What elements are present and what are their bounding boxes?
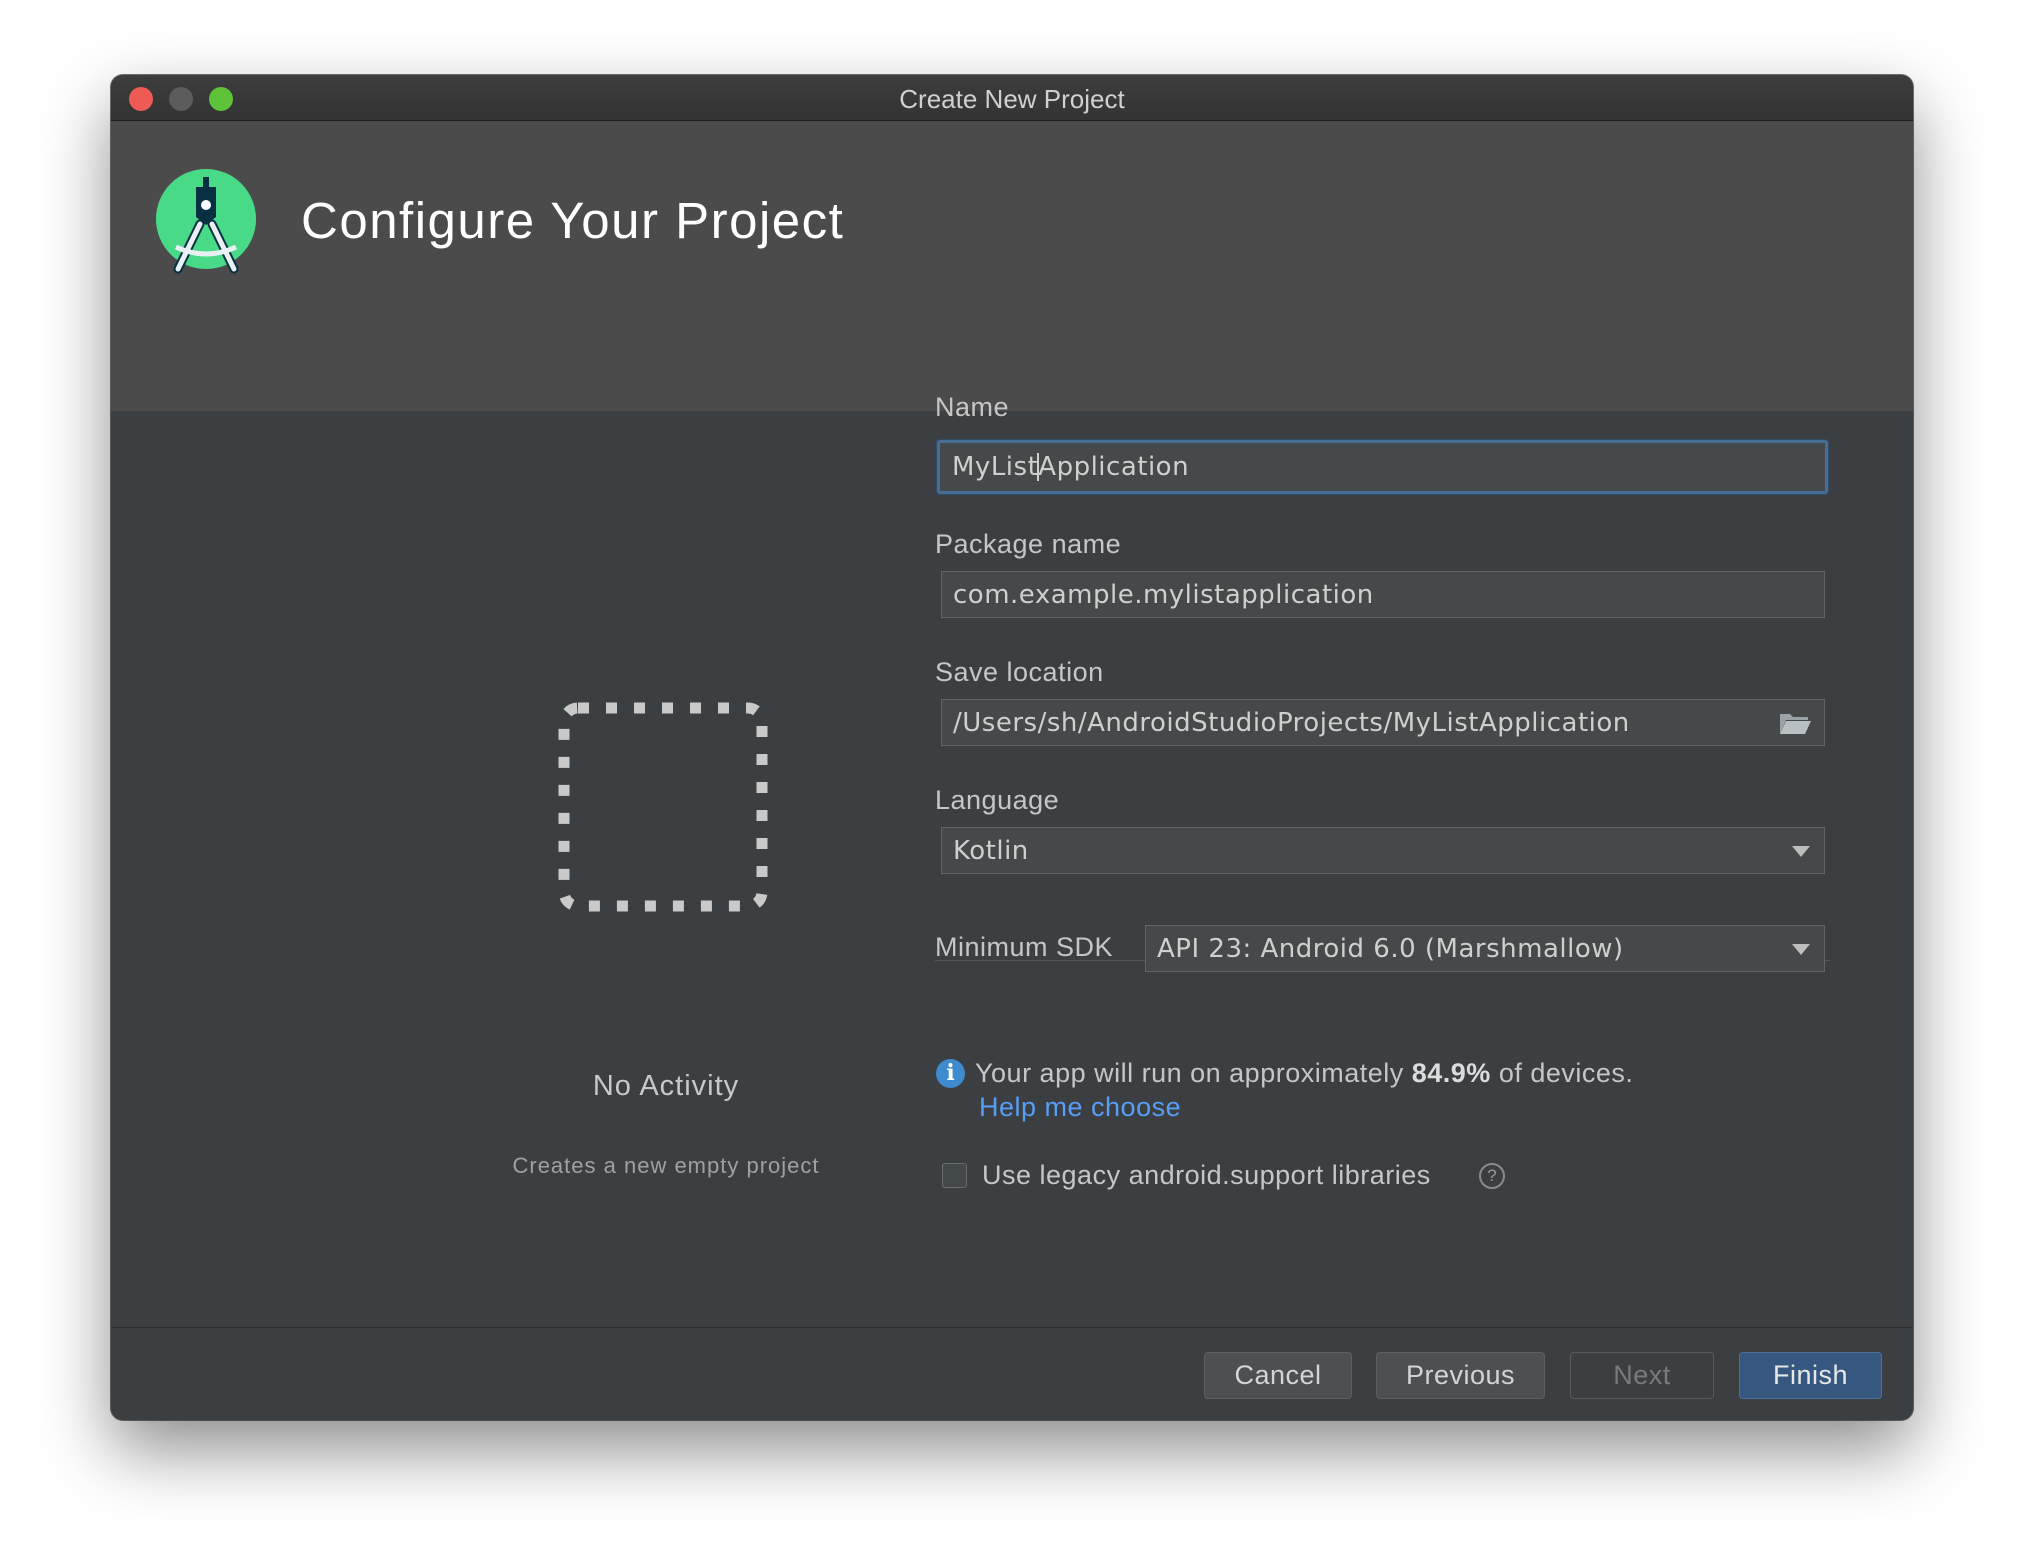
device-coverage-percent: 84.9% xyxy=(1411,1058,1491,1088)
activity-template-name: No Activity xyxy=(592,1070,740,1102)
folder-icon[interactable] xyxy=(1778,710,1812,736)
finish-button[interactable]: Finish xyxy=(1739,1352,1882,1399)
save-location-label: Save location xyxy=(935,657,1104,687)
device-coverage-info: Your app will run on approximately 84.9%… xyxy=(975,1058,1633,1089)
legacy-support-checkbox[interactable] xyxy=(942,1163,967,1188)
page-title: Configure Your Project xyxy=(301,192,845,249)
device-coverage-suffix: of devices. xyxy=(1490,1058,1634,1088)
package-name-value: com.example.mylistapplication xyxy=(953,579,1374,610)
help-icon[interactable]: ? xyxy=(1479,1163,1505,1189)
minimum-sdk-label: Minimum SDK xyxy=(935,932,1114,962)
cancel-button[interactable]: Cancel xyxy=(1204,1352,1352,1399)
save-location-input[interactable]: /Users/sh/AndroidStudioProjects/MyListAp… xyxy=(941,699,1825,746)
window-title: Create New Project xyxy=(899,84,1125,114)
footer-divider xyxy=(111,1327,1913,1328)
name-value-end: Application xyxy=(1038,452,1190,482)
help-me-choose-link[interactable]: Help me choose xyxy=(979,1092,1181,1123)
name-input[interactable]: MyList Application xyxy=(937,440,1828,494)
previous-button[interactable]: Previous xyxy=(1376,1352,1545,1399)
android-studio-logo-icon xyxy=(156,169,256,274)
minimum-sdk-value: API 23: Android 6.0 (Marshmallow) xyxy=(1157,933,1624,964)
package-name-input[interactable]: com.example.mylistapplication xyxy=(941,571,1825,618)
create-project-dialog: Create New Project Configure Your Projec… xyxy=(111,75,1913,1420)
language-select[interactable]: Kotlin xyxy=(941,827,1825,874)
chevron-down-icon xyxy=(1792,943,1810,955)
device-coverage-prefix: Your app will run on approximately xyxy=(975,1058,1412,1088)
minimum-sdk-select[interactable]: API 23: Android 6.0 (Marshmallow) xyxy=(1145,925,1825,972)
empty-activity-placeholder-icon xyxy=(558,702,768,912)
info-icon: i xyxy=(936,1059,965,1088)
title-bar[interactable]: Create New Project xyxy=(111,75,1913,121)
language-label: Language xyxy=(935,785,1060,815)
next-button[interactable]: Next xyxy=(1570,1352,1714,1399)
chevron-down-icon xyxy=(1792,845,1810,857)
save-location-value: /Users/sh/AndroidStudioProjects/MyListAp… xyxy=(953,707,1630,738)
language-value: Kotlin xyxy=(953,835,1029,866)
name-value-start: MyList xyxy=(952,452,1039,482)
package-name-label: Package name xyxy=(935,529,1122,559)
name-label: Name xyxy=(935,392,1010,422)
legacy-support-label[interactable]: Use legacy android.support libraries xyxy=(982,1160,1431,1191)
dialog-header: Configure Your Project xyxy=(111,121,1913,411)
activity-template-description: Creates a new empty project xyxy=(512,1153,820,1178)
